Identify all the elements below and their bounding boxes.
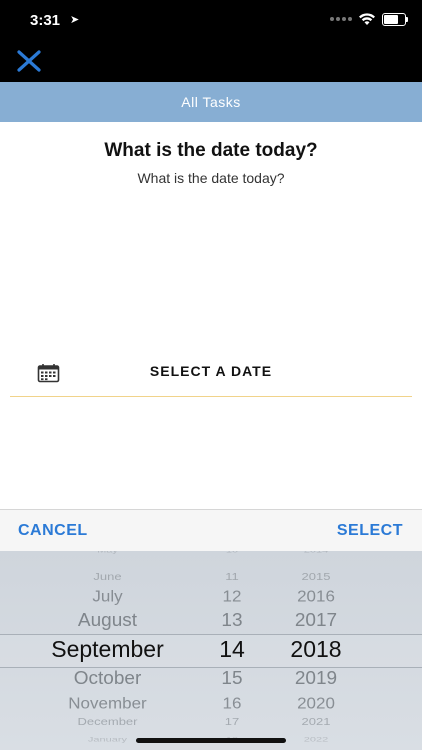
- question-subtitle: What is the date today?: [137, 170, 285, 186]
- year-option[interactable]: 2022: [280, 737, 352, 744]
- select-date-label: SELECT A DATE: [149, 363, 273, 379]
- cellular-signal-icon: [330, 17, 352, 21]
- year-option[interactable]: 2014: [280, 551, 352, 554]
- day-option[interactable]: 10: [207, 551, 257, 554]
- date-picker-wheel[interactable]: May June July August September October Novembe…: [0, 551, 422, 750]
- close-icon[interactable]: [16, 50, 42, 72]
- cancel-button[interactable]: CANCEL: [18, 522, 88, 540]
- day-option[interactable]: 14: [207, 636, 257, 663]
- day-option[interactable]: 12: [207, 588, 257, 606]
- year-option[interactable]: 2020: [280, 695, 352, 713]
- month-option[interactable]: October: [30, 668, 185, 690]
- year-option[interactable]: 2017: [280, 610, 352, 632]
- month-option[interactable]: May: [30, 551, 185, 554]
- select-button[interactable]: SELECT: [337, 522, 403, 540]
- day-option[interactable]: 13: [207, 610, 257, 632]
- year-option[interactable]: 2015: [280, 571, 352, 582]
- day-option[interactable]: 11: [207, 571, 257, 582]
- wifi-icon: [359, 13, 375, 25]
- month-option[interactable]: July: [30, 588, 185, 606]
- top-navbar: [0, 40, 422, 82]
- day-option[interactable]: 17: [207, 716, 257, 727]
- month-option[interactable]: June: [30, 571, 185, 582]
- month-wheel[interactable]: May June July August September October Novembe…: [30, 551, 185, 750]
- battery-icon: [382, 12, 408, 26]
- select-date-field[interactable]: SELECT A DATE: [10, 354, 412, 397]
- status-time: 3:31: [30, 12, 61, 29]
- location-arrow-icon: ➤: [70, 14, 80, 26]
- all-tasks-header[interactable]: All Tasks: [0, 82, 422, 122]
- year-option[interactable]: 2019: [280, 668, 352, 690]
- year-option[interactable]: 2016: [280, 588, 352, 606]
- status-indicators: [330, 12, 408, 26]
- home-indicator: [136, 738, 286, 743]
- day-wheel[interactable]: 101112131415161718: [207, 551, 257, 750]
- header-title: All Tasks: [181, 94, 241, 110]
- year-option[interactable]: 2021: [280, 716, 352, 727]
- month-option[interactable]: August: [30, 610, 185, 632]
- month-option[interactable]: September: [30, 636, 185, 663]
- status-bar: 3:31 ➤: [0, 0, 422, 40]
- month-option[interactable]: November: [30, 695, 185, 713]
- question-title: What is the date today?: [104, 140, 318, 161]
- year-option[interactable]: 2018: [280, 636, 352, 663]
- day-option[interactable]: 15: [207, 668, 257, 690]
- month-option[interactable]: December: [30, 716, 185, 727]
- day-option[interactable]: 16: [207, 695, 257, 713]
- year-wheel[interactable]: 2014 2015 2016 2017 2018 2019 2020 2021 2022: [280, 551, 352, 750]
- picker-toolbar: CANCEL SELECT: [0, 509, 422, 552]
